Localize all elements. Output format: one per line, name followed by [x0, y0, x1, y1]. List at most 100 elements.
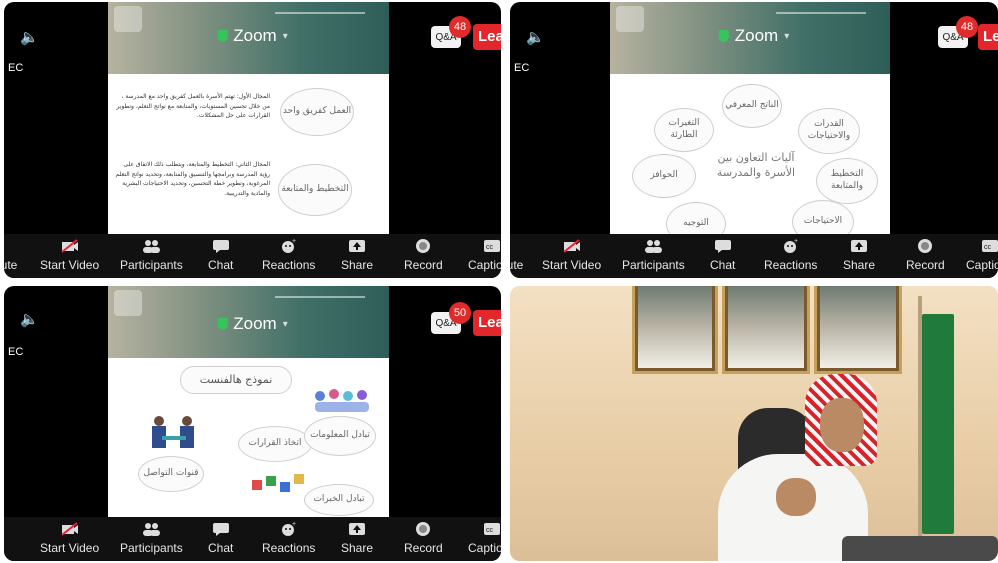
svg-text:cc: cc — [486, 527, 494, 534]
bubble-top: الناتج المعرفي — [722, 84, 782, 128]
record-button[interactable]: Record — [404, 238, 443, 272]
captions-button[interactable]: cc Captions — [966, 238, 998, 272]
cc-icon: cc — [483, 521, 501, 537]
speaker-icon[interactable]: 🔈 — [20, 310, 39, 328]
diagram-center: آليات التعاون بين الأسرة والمدرسة — [716, 151, 796, 180]
start-video-button[interactable]: Start Video — [40, 521, 99, 555]
side-tag: EC — [8, 62, 24, 74]
video-off-icon — [60, 238, 79, 254]
start-video-button[interactable]: Start Video — [40, 238, 99, 272]
qa-count-badge: 50 — [449, 302, 471, 324]
bubble-bottom-right: الاحتياجات — [792, 200, 854, 234]
chat-icon — [212, 238, 230, 254]
laptop — [842, 536, 998, 561]
portrait-frame-left — [632, 286, 718, 374]
mute-button[interactable]: ute — [510, 238, 524, 272]
participants-button[interactable]: 1K Participants — [120, 238, 183, 272]
record-icon — [916, 238, 934, 254]
slide-title: نموذج هالفنست — [180, 366, 292, 394]
meeting-toolbar: ute Start Video 1K Participants Chat + R… — [4, 234, 501, 278]
captions-button[interactable]: cc Captions — [468, 521, 501, 555]
reactions-button[interactable]: + Reactions — [764, 238, 817, 272]
leave-button[interactable]: Leave — [473, 310, 501, 336]
speaker-icon[interactable]: 🔈 — [20, 28, 39, 46]
leave-button[interactable]: Leave — [473, 24, 501, 50]
side-tag: EC — [8, 346, 24, 358]
chat-button[interactable]: Chat — [710, 238, 735, 272]
share-button[interactable]: Share — [341, 238, 373, 272]
chat-button[interactable]: Chat — [208, 238, 233, 272]
start-video-button[interactable]: Start Video — [542, 238, 601, 272]
share-icon — [348, 238, 366, 254]
qa-button[interactable]: Q&A 48 — [431, 16, 471, 48]
bubble-left: الحوافز — [632, 154, 696, 198]
svg-text:+: + — [292, 238, 296, 245]
reactions-button[interactable]: + Reactions — [262, 238, 315, 272]
chat-icon — [714, 238, 732, 254]
person-face — [820, 398, 864, 452]
zoom-window-1: 🔈 EC العمل كفريق واحد التخطيط والمتابعة … — [4, 2, 501, 278]
bubble-info-exchange: تبادل المعلومات — [304, 416, 376, 456]
zoom-menu[interactable]: Zoom ▾ — [217, 26, 288, 46]
record-button[interactable]: Record — [906, 238, 945, 272]
speaker-icon[interactable]: 🔈 — [526, 28, 545, 46]
share-button[interactable]: Share — [843, 238, 875, 272]
record-icon — [414, 521, 432, 537]
cc-icon: cc — [483, 238, 501, 254]
emoji-icon: + — [782, 238, 800, 254]
emoji-icon: + — [280, 521, 298, 537]
video-off-icon — [60, 521, 79, 537]
bubble-bottom-left: التوجيه — [666, 202, 726, 234]
puzzle-illustration-icon — [252, 474, 304, 492]
person-hand — [776, 478, 816, 516]
shield-icon — [217, 318, 228, 330]
bubble-teamwork: العمل كفريق واحد — [280, 88, 354, 136]
cc-icon: cc — [981, 238, 998, 254]
svg-text:+: + — [794, 238, 798, 245]
participants-icon: 1K — [142, 521, 161, 537]
presenter-thumbnail — [616, 6, 644, 32]
qa-button[interactable]: Q&A 50 — [431, 302, 471, 334]
bubble-experiences: تبادل الخبرات — [304, 484, 374, 516]
emoji-icon: + — [280, 238, 298, 254]
zoom-title: Zoom — [233, 26, 277, 45]
chevron-down-icon: ▾ — [282, 30, 288, 42]
chevron-down-icon: ▾ — [282, 318, 288, 330]
share-button[interactable]: Share — [341, 521, 373, 555]
portrait-frame-center — [722, 286, 810, 374]
captions-button[interactable]: cc Captions — [468, 238, 501, 272]
meeting-toolbar: Start Video 1K Participants Chat + React… — [4, 517, 501, 561]
bubble-top-left: التغيرات الطارئة — [654, 108, 714, 152]
slide-paragraph-1: المجال الأول: تهتم الأسرة بالعمل كفريق و… — [116, 93, 270, 120]
side-tag: EC — [514, 62, 530, 74]
bubble-planning: التخطيط والمتابعة — [278, 164, 352, 216]
reactions-button[interactable]: + Reactions — [262, 521, 315, 555]
banner-line — [275, 296, 365, 298]
flag-icon — [922, 314, 954, 534]
share-icon — [348, 521, 366, 537]
zoom-menu[interactable]: Zoom ▾ — [718, 26, 789, 46]
zoom-menu[interactable]: Zoom ▾ — [217, 314, 288, 334]
participant-video — [510, 286, 998, 561]
zoom-window-3: 🔈 EC نموذج هالفنست اتخاذ القرارات تبادل … — [4, 286, 501, 561]
presenter-thumbnail — [114, 290, 142, 316]
qa-button[interactable]: Q&A 48 — [938, 16, 978, 48]
record-icon — [414, 238, 432, 254]
record-button[interactable]: Record — [404, 521, 443, 555]
bubble-decisions: اتخاذ القرارات — [238, 426, 312, 462]
banner-line — [776, 12, 866, 14]
people-illustration-icon — [315, 389, 369, 412]
participants-button[interactable]: 1K Participants — [622, 238, 685, 272]
meeting-toolbar: ute Start Video 1K Participants Chat + R… — [510, 234, 998, 278]
leave-button[interactable]: Leave — [978, 24, 998, 50]
participants-icon: 1K — [142, 238, 161, 254]
shield-icon — [718, 30, 729, 42]
bubble-right: التخطيط والمتابعة — [816, 158, 878, 204]
banner-line — [275, 12, 365, 14]
mute-button[interactable]: ute — [4, 238, 18, 272]
shield-icon — [217, 30, 228, 42]
participants-button[interactable]: 1K Participants — [120, 521, 183, 555]
chat-icon — [212, 521, 230, 537]
chat-button[interactable]: Chat — [208, 521, 233, 555]
portrait-frame-right — [814, 286, 902, 374]
